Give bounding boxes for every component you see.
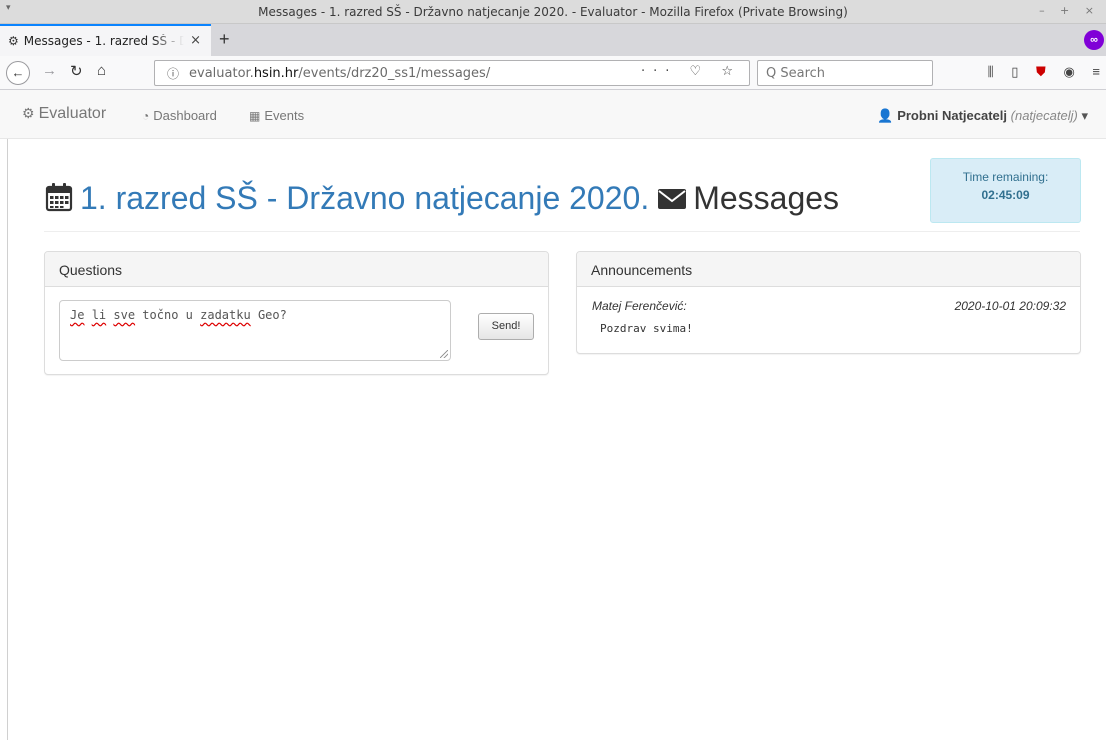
page-title: 1. razred SŠ - Državno natjecanje 2020. … (44, 178, 839, 218)
envelope-icon (658, 189, 687, 209)
ublock-shield-icon[interactable]: ⛊ (1036, 64, 1046, 79)
chevron-down-icon: ▾ (1081, 108, 1088, 123)
announcement-author: Matej Ferenčević: (592, 299, 687, 313)
messages-heading: Messages (693, 180, 840, 216)
page-actions-icons[interactable]: ··· ♡ ☆ (641, 64, 741, 79)
time-remaining-value: 02:45:09 (981, 188, 1030, 202)
hamburger-menu-icon[interactable]: ≡ (1092, 64, 1100, 79)
send-button[interactable]: Send! (478, 313, 534, 340)
event-title-link[interactable]: 1. razred SŠ - Državno natjecanje 2020. (80, 180, 649, 216)
tab-close-icon[interactable]: × (190, 33, 201, 48)
tab-messages[interactable]: ⚙ Messages - 1. razred SŠ - Državno natj… (0, 24, 211, 56)
library-icon[interactable]: ⫼ (988, 64, 994, 79)
home-icon[interactable]: ⌂ (97, 62, 106, 79)
new-tab-button[interactable]: + (219, 29, 230, 50)
questions-panel: Questions Je li sve točno u zadatku Geo?… (44, 251, 549, 375)
resize-handle[interactable] (440, 350, 448, 358)
url-bar[interactable]: ⓘ evaluator.hsin.hr/events/drz20_ss1/mes… (154, 60, 750, 86)
announcement-time: 2020-10-01 20:09:32 (954, 299, 1066, 313)
private-browsing-icon: ∞ (1084, 30, 1104, 50)
info-icon[interactable]: ⓘ (167, 65, 179, 82)
cogs-icon: ⚙ (8, 34, 19, 48)
search-input[interactable]: Q Search (757, 60, 933, 86)
browser-toolbar: ← → ↻ ⌂ ⓘ evaluator.hsin.hr/events/drz20… (0, 56, 1106, 90)
user-handle: (natjecatelj) (1010, 108, 1078, 123)
dashboard-icon: ◔ (142, 109, 150, 123)
nav-dashboard[interactable]: ◔ Dashboard (142, 108, 217, 123)
cogs-icon: ⚙ (22, 105, 35, 121)
window-controls[interactable]: – + × (1039, 4, 1100, 17)
reload-icon[interactable]: ↻ (70, 62, 83, 80)
extension-icon[interactable]: ◉ (1063, 64, 1074, 79)
nav-events[interactable]: ▦ Events (249, 108, 304, 123)
announcements-heading: Announcements (577, 252, 1080, 287)
web-page: ⚙ Evaluator ◔ Dashboard ▦ Events 👤 Probni N… (0, 90, 1106, 740)
questions-heading: Questions (45, 252, 548, 287)
window-titlebar: ▾ Messages - 1. razred SŠ - Državno natj… (0, 0, 1106, 24)
calendar-icon (45, 183, 73, 212)
brand-link[interactable]: ⚙ Evaluator (22, 105, 106, 123)
time-remaining-label: Time remaining: (962, 170, 1049, 184)
back-arrow-icon[interactable]: ← (6, 61, 30, 85)
calendar-icon: ▦ (249, 109, 261, 123)
sidebar-icon[interactable]: ▯ (1011, 64, 1018, 79)
tab-strip: ⚙ Messages - 1. razred SŠ - Državno natj… (0, 24, 1106, 56)
question-textarea[interactable]: Je li sve točno u zadatku Geo? (59, 300, 451, 361)
user-icon: 👤 (877, 108, 894, 123)
announcements-panel: Announcements Matej Ferenčević: 2020-10-… (576, 251, 1081, 354)
user-menu[interactable]: 👤 Probni Natjecatelj (natjecatelj) ▾ (877, 108, 1088, 124)
url-text: evaluator.hsin.hr/events/drz20_ss1/messa… (189, 66, 491, 81)
tab-title: Messages - 1. razred SŠ - Državno natjec… (23, 34, 184, 48)
page-header: 1. razred SŠ - Državno natjecanje 2020. … (44, 178, 1080, 232)
forward-arrow-icon[interactable]: → (42, 62, 57, 79)
page-border (7, 90, 8, 740)
user-name: Probni Natjecatelj (897, 108, 1008, 123)
announcement-body: Pozdrav svima! (600, 322, 693, 335)
time-remaining-box: Time remaining: 02:45:09 (930, 158, 1081, 223)
toolbar-icons: ⫼ ▯ ⛊ ◉ ≡ (974, 64, 1100, 80)
window-title: Messages - 1. razred SŠ - Državno natjec… (258, 5, 848, 19)
app-navbar: ⚙ Evaluator ◔ Dashboard ▦ Events 👤 Probni N… (0, 90, 1106, 139)
